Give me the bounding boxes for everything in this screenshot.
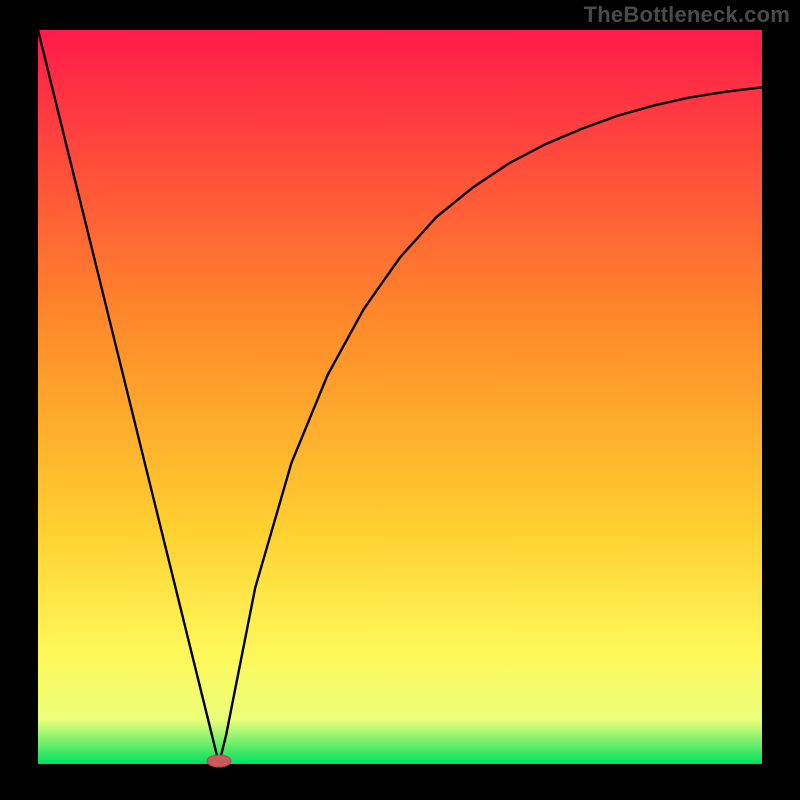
optimal-marker <box>207 755 231 767</box>
chart-frame: { "watermark": "TheBottleneck.com", "col… <box>0 0 800 800</box>
plot-background <box>38 30 762 764</box>
bottleneck-chart <box>0 0 800 800</box>
